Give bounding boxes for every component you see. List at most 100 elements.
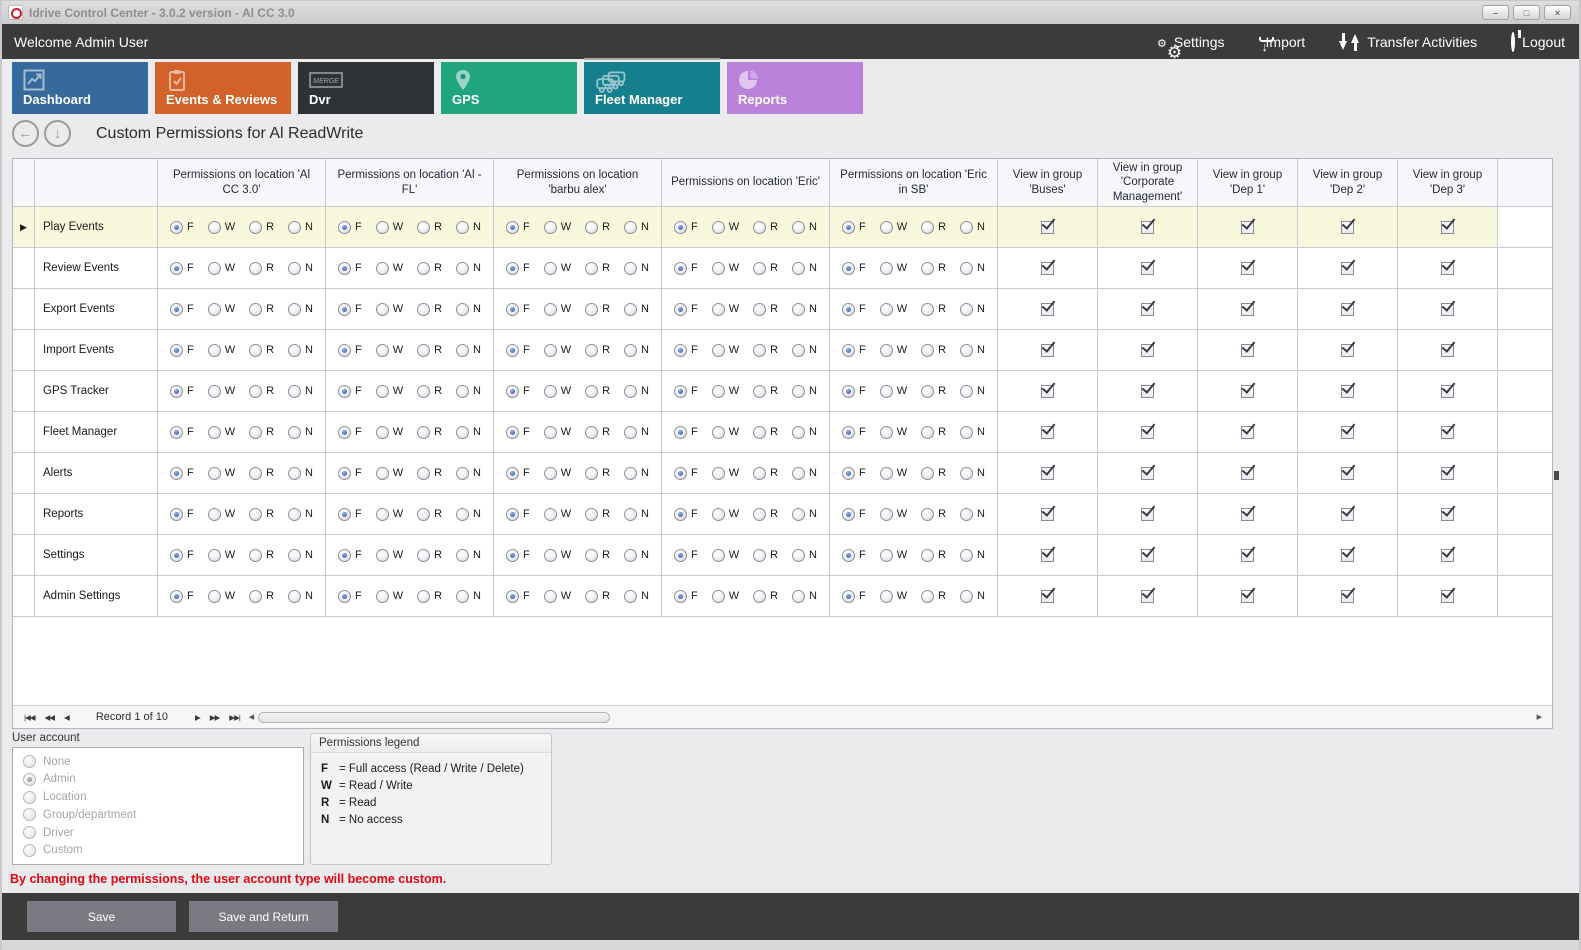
radio-f-selected[interactable]	[506, 344, 519, 357]
radio-n[interactable]	[960, 344, 973, 357]
view-checkbox-checked[interactable]	[1341, 590, 1354, 603]
view-checkbox-checked[interactable]	[1441, 467, 1454, 480]
view-checkbox-checked[interactable]	[1141, 303, 1154, 316]
hscroll-left-arrow-icon[interactable]: ◀	[249, 713, 254, 721]
radio-w[interactable]	[880, 508, 893, 521]
vscroll-track[interactable]	[1553, 158, 1574, 729]
radio-r[interactable]	[585, 303, 598, 316]
radio-n[interactable]	[960, 467, 973, 480]
view-checkbox-checked[interactable]	[1141, 426, 1154, 439]
radio-n[interactable]	[288, 549, 301, 562]
column-header-10[interactable]: View in group 'Dep 3'	[1398, 159, 1498, 207]
radio-r[interactable]	[921, 344, 934, 357]
radio-r[interactable]	[585, 385, 598, 398]
view-checkbox-checked[interactable]	[1141, 262, 1154, 275]
radio-w[interactable]	[208, 467, 221, 480]
radio-f-selected[interactable]	[842, 590, 855, 603]
radio-f-selected[interactable]	[338, 303, 351, 316]
radio-w[interactable]	[376, 385, 389, 398]
radio-f-selected[interactable]	[506, 385, 519, 398]
column-header-9[interactable]: View in group 'Dep 2'	[1298, 159, 1398, 207]
user-account-option-admin[interactable]: Admin	[23, 773, 293, 786]
radio-n[interactable]	[792, 262, 805, 275]
radio-n[interactable]	[456, 467, 469, 480]
radio-r[interactable]	[921, 385, 934, 398]
user-account-option-driver[interactable]: Driver	[23, 826, 293, 839]
view-checkbox-checked[interactable]	[1441, 344, 1454, 357]
radio-n[interactable]	[456, 426, 469, 439]
radio-r[interactable]	[249, 221, 262, 234]
radio-r[interactable]	[417, 590, 430, 603]
radio-w[interactable]	[208, 590, 221, 603]
view-checkbox-checked[interactable]	[1241, 303, 1254, 316]
radio-n[interactable]	[288, 467, 301, 480]
radio-w[interactable]	[544, 262, 557, 275]
view-checkbox-checked[interactable]	[1341, 385, 1354, 398]
view-checkbox-checked[interactable]	[1041, 262, 1054, 275]
view-checkbox-checked[interactable]	[1241, 467, 1254, 480]
radio-r[interactable]	[417, 221, 430, 234]
radio-f-selected[interactable]	[506, 426, 519, 439]
radio-n[interactable]	[960, 303, 973, 316]
radio-r[interactable]	[249, 426, 262, 439]
radio-w[interactable]	[880, 303, 893, 316]
view-checkbox-checked[interactable]	[1241, 262, 1254, 275]
view-checkbox-checked[interactable]	[1341, 549, 1354, 562]
radio-n[interactable]	[288, 385, 301, 398]
radio-f-selected[interactable]	[338, 426, 351, 439]
radio-w[interactable]	[712, 590, 725, 603]
view-checkbox-checked[interactable]	[1041, 385, 1054, 398]
radio-f-selected[interactable]	[674, 467, 687, 480]
view-checkbox-checked[interactable]	[1341, 508, 1354, 521]
radio-f-selected[interactable]	[506, 549, 519, 562]
radio-w[interactable]	[880, 262, 893, 275]
radio-n[interactable]	[624, 426, 637, 439]
view-checkbox-checked[interactable]	[1241, 385, 1254, 398]
radio-r[interactable]	[249, 590, 262, 603]
radio-w[interactable]	[880, 344, 893, 357]
maximize-button[interactable]: □	[1513, 5, 1540, 20]
view-checkbox-checked[interactable]	[1041, 303, 1054, 316]
radio-n[interactable]	[792, 549, 805, 562]
radio-n[interactable]	[624, 221, 637, 234]
radio-r[interactable]	[921, 426, 934, 439]
radio-f-selected[interactable]	[338, 508, 351, 521]
radio-f-selected[interactable]	[506, 508, 519, 521]
column-header-3[interactable]: Permissions on location 'barbu alex'	[494, 159, 662, 207]
view-checkbox-checked[interactable]	[1041, 508, 1054, 521]
view-checkbox-checked[interactable]	[1141, 385, 1154, 398]
radio-w[interactable]	[544, 221, 557, 234]
radio-n[interactable]	[288, 221, 301, 234]
view-checkbox-checked[interactable]	[1441, 426, 1454, 439]
radio-r[interactable]	[249, 467, 262, 480]
view-checkbox-checked[interactable]	[1341, 221, 1354, 234]
radio-f-selected[interactable]	[674, 344, 687, 357]
radio-f-selected[interactable]	[338, 344, 351, 357]
user-account-option-location[interactable]: Location	[23, 791, 293, 804]
radio-w[interactable]	[208, 262, 221, 275]
view-checkbox-checked[interactable]	[1141, 344, 1154, 357]
tab-reports[interactable]: Reports	[727, 62, 863, 114]
radio-selected[interactable]	[23, 773, 36, 786]
view-checkbox-checked[interactable]	[1041, 467, 1054, 480]
radio-r[interactable]	[585, 221, 598, 234]
radio-r[interactable]	[417, 549, 430, 562]
radio-f-selected[interactable]	[842, 221, 855, 234]
radio-f-selected[interactable]	[674, 508, 687, 521]
view-checkbox-checked[interactable]	[1441, 262, 1454, 275]
radio-w[interactable]	[712, 303, 725, 316]
radio-r[interactable]	[249, 262, 262, 275]
radio-f-selected[interactable]	[842, 344, 855, 357]
logout-button[interactable]: Logout	[1511, 34, 1565, 50]
radio-f-selected[interactable]	[170, 590, 183, 603]
radio-r[interactable]	[753, 262, 766, 275]
radio-f-selected[interactable]	[506, 221, 519, 234]
column-header-7[interactable]: View in group 'Corporate Management'	[1098, 159, 1198, 207]
radio-n[interactable]	[288, 426, 301, 439]
radio-w[interactable]	[712, 344, 725, 357]
radio-w[interactable]	[376, 590, 389, 603]
radio-n[interactable]	[960, 549, 973, 562]
radio-f-selected[interactable]	[170, 426, 183, 439]
radio-n[interactable]	[456, 385, 469, 398]
radio-w[interactable]	[544, 344, 557, 357]
